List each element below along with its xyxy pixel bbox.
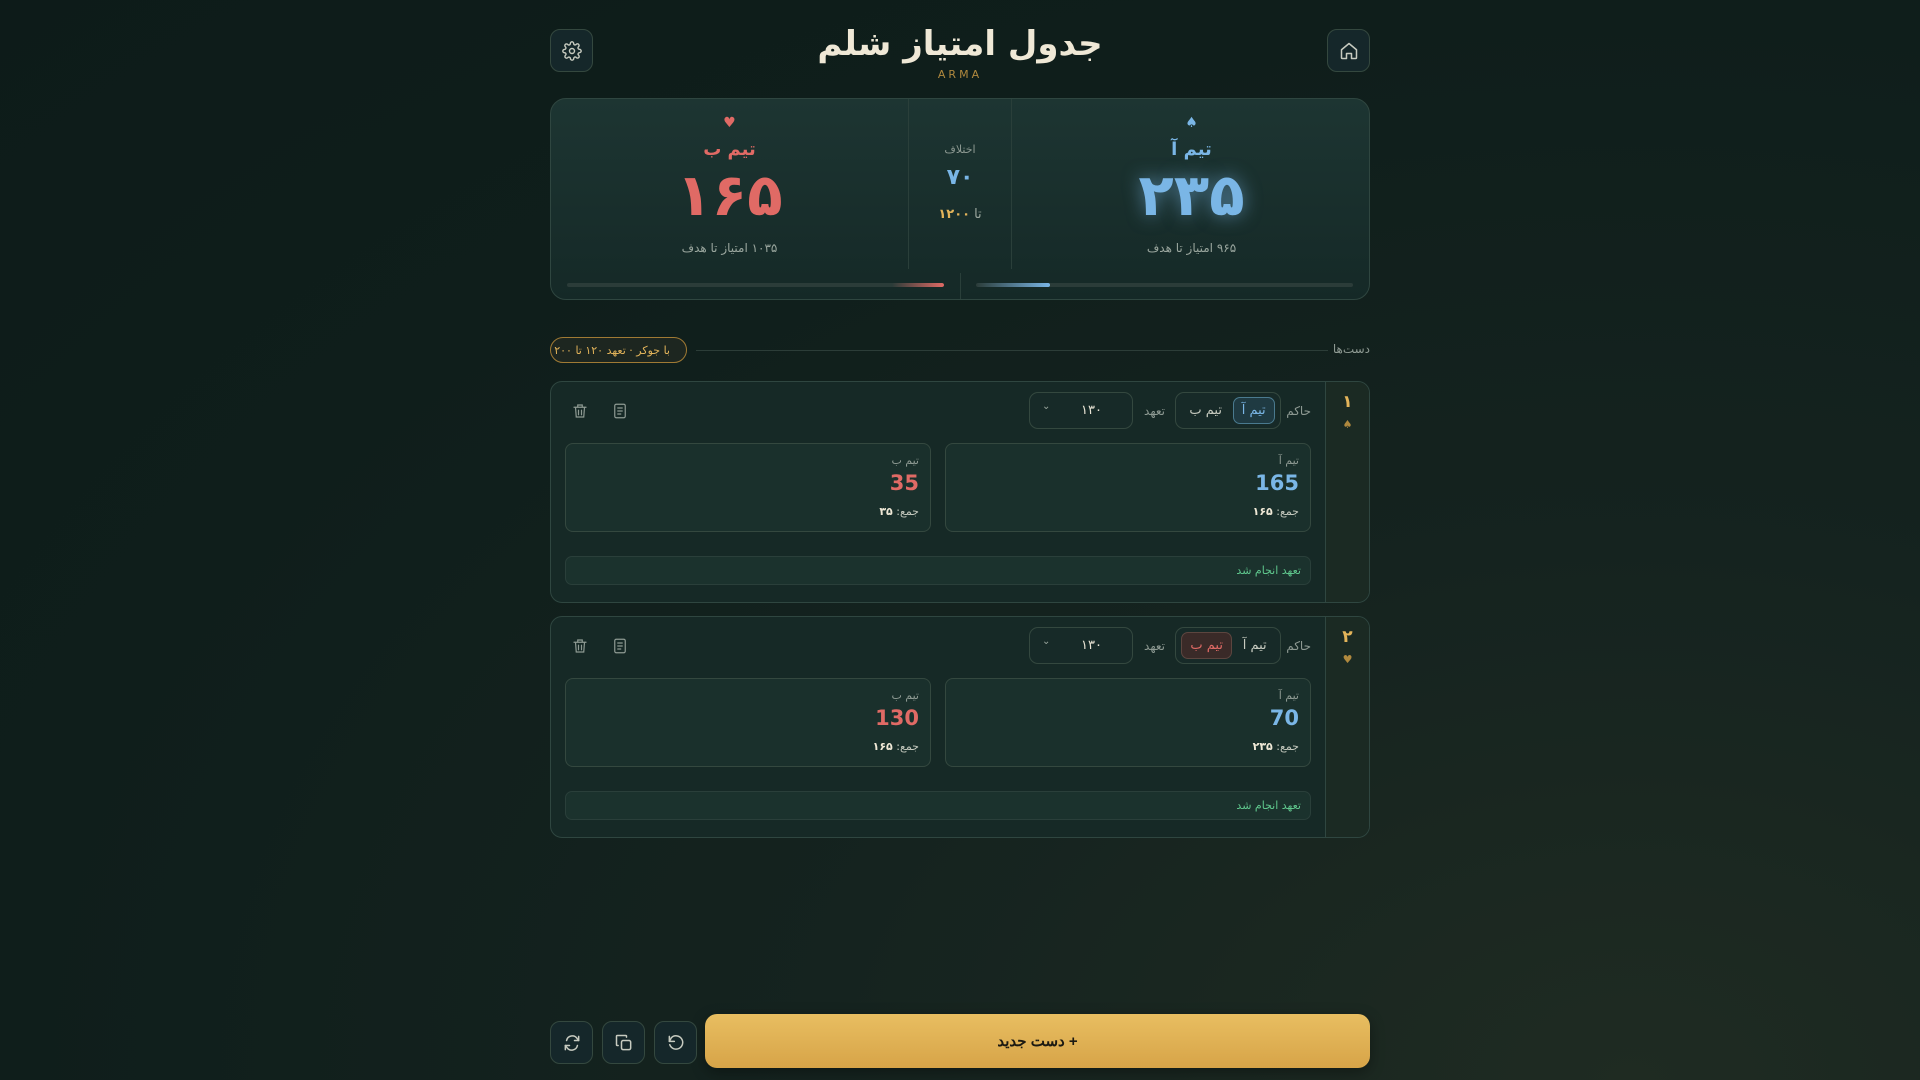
trash-icon[interactable] (571, 637, 589, 655)
total-label: جمع: (896, 740, 919, 753)
hand-card: ۲ ♥ حاکم تیم آ تیم ب تعهد ۱۳۰ ⌄ تیم آ 70… (550, 616, 1370, 838)
bid-select[interactable]: ۱۳۰ ⌄ (1029, 627, 1133, 664)
copy-icon (615, 1034, 631, 1050)
bid-status-text: تعهد انجام شد (1236, 799, 1301, 812)
hand-number: ۱ (1342, 392, 1353, 412)
team-b-label: تیم ب (891, 689, 919, 702)
team-a-hand-points[interactable]: 165 (1255, 471, 1299, 495)
hands-section-title: دست‌ها (1332, 342, 1370, 356)
team-b-score-panel: ♥ تیم ب ۱۶۵ ۱۰۳۵ امتیاز تا هدف (551, 99, 908, 269)
heart-icon: ♥ (1342, 653, 1353, 666)
total-label: جمع: (1276, 740, 1299, 753)
app-container: جدول امتیاز شلم ARMA ♠ تیم آ ۲۳۵ ۹۶۵ امت… (550, 0, 1370, 1080)
bid-status-text: تعهد انجام شد (1236, 564, 1301, 577)
chevron-down-icon: ⌄ (1042, 401, 1051, 412)
team-a-points-to-target: ۹۶۵ امتیاز تا هدف (1146, 241, 1237, 255)
hand-index: ۲ ♥ (1325, 617, 1369, 837)
bid-label: تعهد (1144, 404, 1165, 418)
copy-button[interactable] (602, 1021, 645, 1064)
undo-icon (668, 1034, 683, 1050)
chevron-down-icon: ⌄ (1042, 636, 1051, 647)
bid-value: ۱۳۰ (1081, 403, 1102, 418)
team-a-hand-score[interactable]: تیم آ 70 جمع: ۲۳۵ (945, 678, 1311, 767)
target-value: ۱۲۰۰ (938, 207, 971, 222)
total-value: ۱۶۵ (1252, 505, 1273, 518)
team-b-progress-fill (891, 283, 944, 287)
team-b-hand-points[interactable]: 35 (890, 471, 919, 495)
game-mode-text: با جوکر · تعهد ۱۲۰ تا ۲۰۰ (554, 343, 670, 357)
team-a-label: تیم آ (1278, 454, 1299, 467)
hand-controls: حاکم تیم آ تیم ب تعهد ۱۳۰ ⌄ (563, 392, 1311, 430)
spade-icon: ♠ (1185, 115, 1198, 131)
bid-status-bar: تعهد انجام شد (565, 556, 1311, 585)
team-a-label: تیم آ (1278, 689, 1299, 702)
bid-value: ۱۳۰ (1081, 638, 1102, 653)
target-prefix: تا (974, 207, 982, 222)
heart-icon: ♥ (723, 115, 736, 131)
ruler-label: حاکم (1286, 404, 1311, 418)
spade-icon: ♠ (1342, 418, 1353, 431)
team-a-total-score: ۲۳۵ (1138, 161, 1245, 229)
ruler-label: حاکم (1286, 639, 1311, 653)
page-subtitle: ARMA (937, 68, 983, 81)
progress-row (567, 283, 1353, 287)
team-a-progress-fill (976, 283, 1050, 287)
scoreboard: ♠ تیم آ ۲۳۵ ۹۶۵ امتیاز تا هدف اختلاف ۷۰ … (550, 98, 1370, 300)
bid-select[interactable]: ۱۳۰ ⌄ (1029, 392, 1133, 429)
hand-index: ۱ ♠ (1325, 382, 1369, 602)
hand-card: ۱ ♠ حاکم تیم آ تیم ب تعهد ۱۳۰ ⌄ تیم آ 16… (550, 381, 1370, 603)
team-a-running-total: جمع: ۲۳۵ (1253, 740, 1299, 753)
team-b-hand-score[interactable]: تیم ب 130 جمع: ۱۶۵ (565, 678, 931, 767)
note-icon[interactable] (611, 637, 629, 655)
hands-section-header: دست‌ها با جوکر · تعهد ۱۲۰ تا ۲۰۰ (550, 337, 1370, 363)
gear-icon (561, 40, 582, 61)
score-difference-panel: اختلاف ۷۰ تا۱۲۰۰ (908, 99, 1012, 269)
total-value: ۲۳۵ (1252, 740, 1273, 753)
hand-controls: حاکم تیم آ تیم ب تعهد ۱۳۰ ⌄ (563, 627, 1311, 665)
game-mode-badge: با جوکر · تعهد ۱۲۰ تا ۲۰۰ (550, 337, 687, 363)
reset-button[interactable] (550, 1021, 593, 1064)
difference-label: اختلاف (944, 143, 976, 156)
team-a-hand-points[interactable]: 70 (1270, 706, 1299, 730)
total-label: جمع: (896, 505, 919, 518)
team-b-label: تیم ب (891, 454, 919, 467)
total-value: ۱۶۵ (872, 740, 893, 753)
ruler-option-team-a[interactable]: تیم آ (1235, 633, 1275, 658)
team-a-hand-score[interactable]: تیم آ 165 جمع: ۱۶۵ (945, 443, 1311, 532)
ruler-team-toggle[interactable]: تیم آ تیم ب (1175, 392, 1281, 429)
ruler-option-team-b[interactable]: تیم ب (1181, 398, 1230, 423)
team-a-running-total: جمع: ۱۶۵ (1253, 505, 1299, 518)
new-hand-button[interactable]: + دست جدید (705, 1014, 1370, 1068)
team-b-hand-points[interactable]: 130 (875, 706, 919, 730)
team-a-score-panel: ♠ تیم آ ۲۳۵ ۹۶۵ امتیاز تا هدف (1014, 99, 1369, 269)
bid-status-bar: تعهد انجام شد (565, 791, 1311, 820)
team-b-hand-score[interactable]: تیم ب 35 جمع: ۳۵ (565, 443, 931, 532)
refresh-icon (564, 1034, 579, 1051)
total-value: ۳۵ (879, 505, 893, 518)
hand-number: ۲ (1342, 627, 1353, 647)
ruler-option-team-a[interactable]: تیم آ (1232, 397, 1275, 424)
team-b-running-total: جمع: ۳۵ (879, 505, 919, 518)
ruler-option-team-b[interactable]: تیم ب (1181, 632, 1232, 659)
trash-icon[interactable] (571, 402, 589, 420)
header: جدول امتیاز شلم ARMA (550, 24, 1370, 81)
ruler-team-toggle[interactable]: تیم آ تیم ب (1175, 627, 1281, 664)
total-label: جمع: (1276, 505, 1299, 518)
team-b-running-total: جمع: ۱۶۵ (873, 740, 919, 753)
settings-button[interactable] (550, 29, 593, 72)
team-b-points-to-target: ۱۰۳۵ امتیاز تا هدف (681, 241, 778, 255)
bottom-action-bar: + دست جدید (550, 1014, 1370, 1068)
page-title: جدول امتیاز شلم (817, 24, 1103, 64)
team-b-name: تیم ب (703, 139, 756, 160)
note-icon[interactable] (611, 402, 629, 420)
section-divider (696, 350, 1328, 351)
bid-label: تعهد (1144, 639, 1165, 653)
team-a-progress-bar (976, 283, 1353, 287)
team-b-progress-bar (567, 283, 944, 287)
target-score: تا۱۲۰۰ (909, 207, 1011, 222)
difference-value: ۷۰ (946, 165, 974, 190)
team-b-total-score: ۱۶۵ (676, 161, 783, 229)
team-a-name: تیم آ (1171, 139, 1212, 160)
undo-button[interactable] (654, 1021, 697, 1064)
